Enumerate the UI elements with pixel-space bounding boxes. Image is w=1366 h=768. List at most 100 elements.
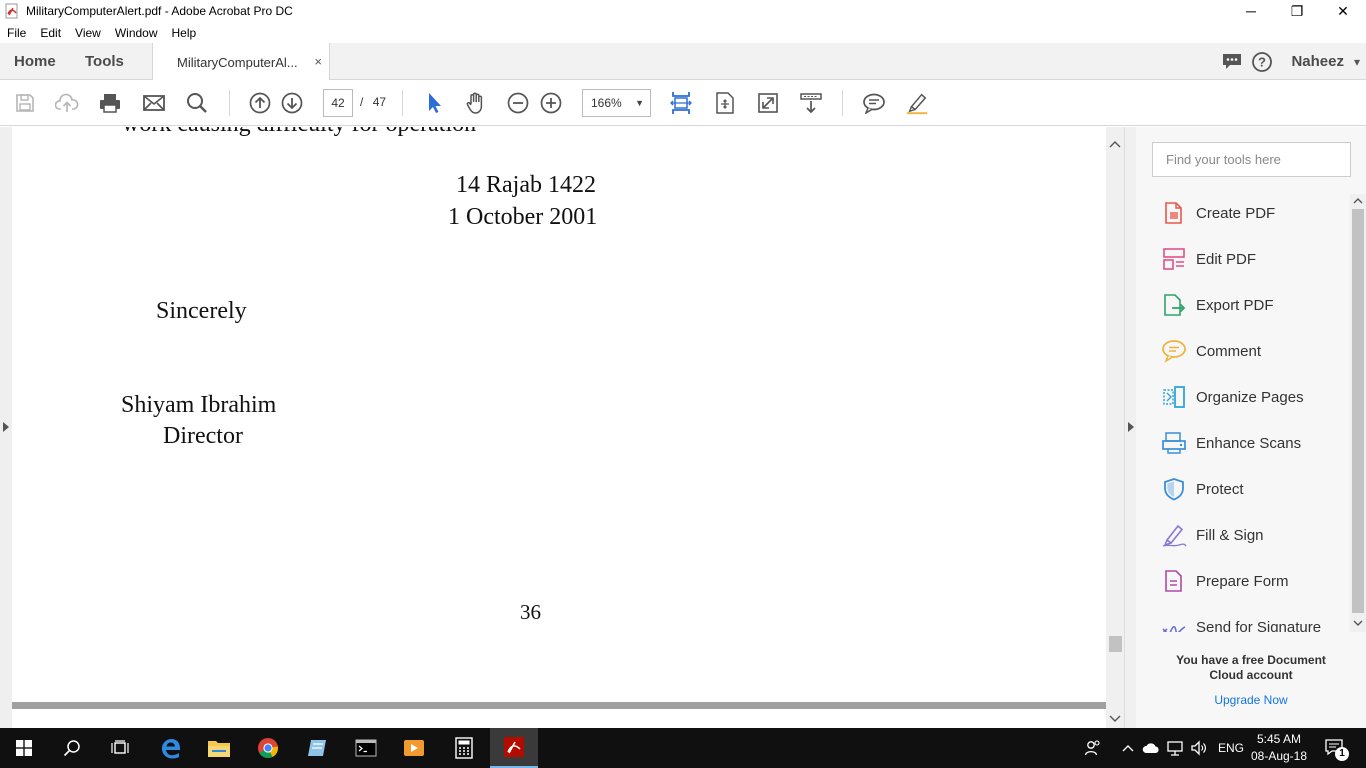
tool-organize-pages[interactable]: Organize Pages xyxy=(1136,377,1350,417)
page-number-input[interactable]: 42 xyxy=(323,89,353,117)
expand-left-panel-icon[interactable] xyxy=(2,421,10,433)
tool-export-pdf[interactable]: Export PDF xyxy=(1136,285,1350,325)
clock-date[interactable]: 08-Aug-18 xyxy=(1250,749,1308,763)
close-tab-icon[interactable]: × xyxy=(314,54,322,69)
tools-scroll-down-icon[interactable] xyxy=(1353,620,1363,627)
hand-tool-icon[interactable] xyxy=(464,91,488,115)
taskbar-edge[interactable] xyxy=(147,728,195,768)
prepare-form-icon xyxy=(1161,568,1187,594)
zoom-in-icon[interactable] xyxy=(539,91,563,115)
taskbar-media-player[interactable] xyxy=(390,728,438,768)
taskbar-command-prompt[interactable] xyxy=(342,728,390,768)
menu-view[interactable]: View xyxy=(68,26,108,40)
comment-icon xyxy=(1161,338,1187,364)
people-icon[interactable] xyxy=(1084,739,1102,757)
minimize-button[interactable]: ─ xyxy=(1228,0,1274,22)
scrollbar-thumb[interactable] xyxy=(1109,636,1122,652)
document-scrollbar[interactable] xyxy=(1106,127,1124,728)
volume-icon[interactable] xyxy=(1190,740,1208,756)
tools-scroll-up-icon[interactable] xyxy=(1353,197,1363,204)
fill-sign-icon xyxy=(1161,522,1187,548)
user-name[interactable]: Naheez xyxy=(1291,53,1344,70)
tab-tools[interactable]: Tools xyxy=(85,43,124,80)
previous-page-icon[interactable] xyxy=(248,91,272,115)
user-menu-caret-icon[interactable]: ▾ xyxy=(1354,55,1360,69)
menu-edit[interactable]: Edit xyxy=(33,26,68,40)
scroll-up-icon[interactable] xyxy=(1109,140,1121,148)
action-center-button[interactable]: 1 xyxy=(1318,728,1366,768)
language-indicator[interactable]: ENG xyxy=(1218,741,1244,755)
tools-scrollbar-thumb[interactable] xyxy=(1352,209,1364,613)
help-icon[interactable]: ? xyxy=(1251,51,1273,73)
left-panel-toggle-strip[interactable] xyxy=(0,127,12,728)
taskbar-chrome[interactable] xyxy=(244,728,292,768)
menu-bar: File Edit View Window Help xyxy=(0,22,1366,43)
start-button[interactable] xyxy=(0,728,48,768)
tool-fill-sign[interactable]: Fill & Sign xyxy=(1136,515,1350,555)
scroll-mode-icon[interactable] xyxy=(799,91,823,115)
comment-tool-icon[interactable] xyxy=(862,91,886,115)
date-gregorian: 1 October 2001 xyxy=(448,204,598,230)
window-title: MilitaryComputerAlert.pdf - Adobe Acroba… xyxy=(26,4,293,18)
print-icon[interactable] xyxy=(98,91,122,115)
maximize-button[interactable]: ❐ xyxy=(1274,0,1320,22)
find-tools-input[interactable]: Find your tools here xyxy=(1152,142,1351,177)
tool-prepare-form[interactable]: Prepare Form xyxy=(1136,561,1350,601)
tool-enhance-scans[interactable]: Enhance Scans xyxy=(1136,423,1350,463)
tab-document[interactable]: MilitaryComputerAl... × xyxy=(152,43,330,81)
search-icon[interactable] xyxy=(185,91,209,115)
taskbar-acrobat[interactable] xyxy=(490,728,538,768)
taskbar-file-explorer[interactable] xyxy=(195,728,243,768)
taskbar-app-notepad[interactable] xyxy=(293,728,341,768)
messages-icon[interactable] xyxy=(1221,52,1243,72)
menu-help[interactable]: Help xyxy=(165,26,204,40)
taskbar-search[interactable] xyxy=(48,728,96,768)
document-viewport[interactable]: work causing difficulty for operation 14… xyxy=(0,127,1124,728)
right-panel-toggle-strip[interactable] xyxy=(1124,127,1136,728)
collapse-right-panel-icon[interactable] xyxy=(1127,421,1135,433)
toolbar xyxy=(0,80,1366,126)
tool-create-pdf[interactable]: Create PDF xyxy=(1136,193,1350,233)
page-gap xyxy=(12,702,1106,709)
tab-home[interactable]: Home xyxy=(14,43,56,80)
network-icon[interactable] xyxy=(1166,740,1184,756)
tools-scrollbar[interactable] xyxy=(1350,194,1366,632)
next-page-icon[interactable] xyxy=(280,91,304,115)
toolbar-separator xyxy=(842,90,843,116)
email-icon[interactable] xyxy=(142,91,166,115)
account-area: ? Naheez ▾ xyxy=(1221,43,1366,80)
zoom-out-icon[interactable] xyxy=(506,91,530,115)
upgrade-now-link[interactable]: Upgrade Now xyxy=(1136,693,1366,707)
rotate-view-icon[interactable] xyxy=(713,91,737,115)
page-number: 36 xyxy=(520,600,541,624)
zoom-dropdown[interactable]: 166% ▼ xyxy=(582,89,651,117)
task-view-button[interactable] xyxy=(96,728,144,768)
clock-time[interactable]: 5:45 AM xyxy=(1250,732,1308,746)
task-view-icon xyxy=(111,740,129,754)
cloud-message-line1: You have a free Document xyxy=(1176,653,1326,667)
onedrive-cloud-icon[interactable] xyxy=(1142,742,1160,754)
fit-page-icon[interactable] xyxy=(669,91,693,115)
highlight-tool-icon[interactable] xyxy=(905,91,929,115)
save-icon[interactable] xyxy=(13,91,37,115)
tool-protect[interactable]: Protect xyxy=(1136,469,1350,509)
cloud-upload-icon[interactable] xyxy=(55,91,79,115)
tool-comment[interactable]: Comment xyxy=(1136,331,1350,371)
tool-send-for-signature[interactable]: Send for Signature xyxy=(1136,607,1350,632)
close-window-button[interactable]: ✕ xyxy=(1320,0,1366,22)
select-tool-icon[interactable] xyxy=(421,91,445,115)
menu-window[interactable]: Window xyxy=(108,26,165,40)
show-hidden-icons-icon[interactable] xyxy=(1122,744,1134,752)
send-signature-icon xyxy=(1161,614,1187,632)
tool-label: Edit PDF xyxy=(1196,250,1257,268)
tool-label: Create PDF xyxy=(1196,204,1276,222)
edit-pdf-icon xyxy=(1161,246,1187,272)
scroll-down-icon[interactable] xyxy=(1109,715,1121,723)
tool-label: Send for Signature xyxy=(1196,618,1322,633)
full-screen-icon[interactable] xyxy=(756,91,780,115)
taskbar-calculator[interactable] xyxy=(440,728,488,768)
tool-edit-pdf[interactable]: Edit PDF xyxy=(1136,239,1350,279)
command-prompt-icon xyxy=(355,739,377,757)
page-separator: / xyxy=(360,95,364,109)
menu-file[interactable]: File xyxy=(0,26,33,40)
